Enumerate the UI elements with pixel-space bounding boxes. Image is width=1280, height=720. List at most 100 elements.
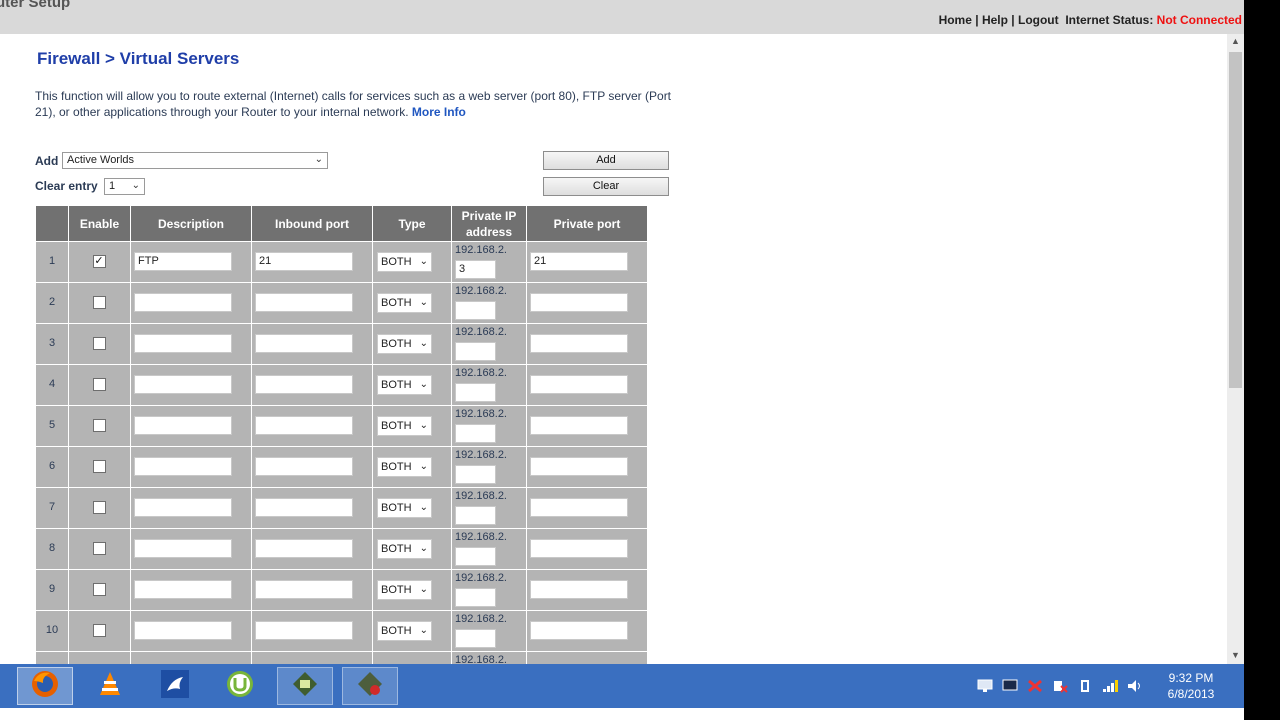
inbound-port-input[interactable]	[255, 375, 353, 394]
description-input[interactable]	[134, 457, 232, 476]
type-select[interactable]: BOTH ⌄	[377, 457, 432, 477]
description-cell	[131, 365, 251, 405]
more-info-link[interactable]: More Info	[412, 105, 466, 119]
clear-entry-select[interactable]: 1 ⌄	[104, 178, 145, 195]
help-link[interactable]: Help	[982, 13, 1008, 27]
clear-entry-value: 1	[109, 180, 116, 192]
type-select[interactable]: BOTH ⌄	[377, 375, 432, 395]
signal-icon[interactable]	[1102, 679, 1118, 693]
private-port-input[interactable]: 21	[530, 252, 628, 271]
enable-checkbox[interactable]	[92, 624, 106, 637]
tray-clock[interactable]: 9:32 PM 6/8/2013	[1162, 670, 1220, 702]
private-ip-input[interactable]	[455, 506, 496, 525]
description-input[interactable]	[134, 621, 232, 640]
private-port-input[interactable]	[530, 580, 628, 599]
home-link[interactable]: Home	[939, 13, 972, 27]
inbound-port-input[interactable]	[255, 621, 353, 640]
inbound-port-input[interactable]	[255, 293, 353, 312]
add-button[interactable]: Add	[543, 151, 669, 170]
scrollbar-thumb[interactable]	[1229, 52, 1242, 388]
enable-checkbox[interactable]	[92, 378, 106, 391]
description-input[interactable]	[134, 539, 232, 558]
enable-checkbox[interactable]	[92, 460, 106, 473]
description-input[interactable]	[134, 498, 232, 517]
ip-prefix: 192.168.2.	[455, 408, 507, 420]
network-x-icon[interactable]	[1052, 679, 1068, 693]
taskbar-app[interactable]	[342, 667, 398, 705]
taskbar-app[interactable]	[277, 667, 333, 705]
add-service-value: Active Worlds	[67, 154, 135, 166]
enable-checkbox[interactable]	[92, 296, 106, 309]
private-port-cell	[527, 406, 647, 446]
private-port-input[interactable]	[530, 498, 628, 517]
description-input[interactable]: FTP	[134, 252, 232, 271]
type-select[interactable]: BOTH ⌄	[377, 252, 432, 272]
private-ip-input[interactable]	[455, 588, 496, 607]
type-select[interactable]: BOTH ⌄	[377, 498, 432, 518]
private-port-cell	[527, 324, 647, 364]
enable-checkbox[interactable]: ✓	[92, 255, 106, 268]
private-port-input[interactable]	[530, 621, 628, 640]
monitor-icon[interactable]	[1002, 679, 1018, 693]
enable-checkbox[interactable]	[92, 583, 106, 596]
enable-checkbox[interactable]	[92, 501, 106, 514]
inbound-port-input[interactable]	[255, 580, 353, 599]
inbound-port-input[interactable]	[255, 457, 353, 476]
intro-text: This function will allow you to route ex…	[35, 88, 675, 120]
private-ip-input[interactable]	[455, 547, 496, 566]
taskbar-app[interactable]	[17, 667, 73, 705]
description-input[interactable]	[134, 580, 232, 599]
private-ip-input[interactable]	[455, 629, 496, 648]
logout-link[interactable]: Logout	[1018, 13, 1059, 27]
vertical-scrollbar[interactable]: ▲ ▼	[1227, 34, 1244, 664]
private-ip-input[interactable]	[455, 383, 496, 402]
taskbar-app[interactable]	[212, 667, 268, 705]
clear-button[interactable]: Clear	[543, 177, 669, 196]
private-ip-input[interactable]: 3	[455, 260, 496, 279]
ip-prefix: 192.168.2.	[455, 326, 507, 338]
type-select[interactable]: BOTH ⌄	[377, 416, 432, 436]
row-number-cell: 5	[36, 406, 68, 446]
inbound-port-input[interactable]: 21	[255, 252, 353, 271]
private-port-input[interactable]	[530, 375, 628, 394]
type-select[interactable]: BOTH ⌄	[377, 621, 432, 641]
description-input[interactable]	[134, 416, 232, 435]
inbound-port-input[interactable]	[255, 334, 353, 353]
add-service-select[interactable]: Active Worlds ⌄	[62, 152, 328, 169]
private-port-input[interactable]	[530, 457, 628, 476]
type-select[interactable]: BOTH ⌄	[377, 334, 432, 354]
type-select[interactable]: BOTH ⌄	[377, 293, 432, 313]
private-port-input[interactable]	[530, 539, 628, 558]
private-port-input[interactable]	[530, 334, 628, 353]
inbound-port-cell	[252, 406, 372, 446]
scroll-down-icon[interactable]: ▼	[1227, 650, 1244, 660]
private-port-input[interactable]	[530, 293, 628, 312]
inbound-port-input[interactable]	[255, 416, 353, 435]
taskbar-app[interactable]	[82, 667, 138, 705]
description-input[interactable]	[134, 293, 232, 312]
volume-icon[interactable]	[1127, 679, 1143, 693]
enable-checkbox[interactable]	[92, 337, 106, 350]
taskbar-app[interactable]	[147, 667, 203, 705]
enable-checkbox[interactable]	[92, 419, 106, 432]
type-select[interactable]: BOTH ⌄	[377, 580, 432, 600]
app-bird-icon	[160, 669, 190, 704]
type-select[interactable]: BOTH ⌄	[377, 539, 432, 559]
description-input[interactable]	[134, 334, 232, 353]
inbound-port-input[interactable]	[255, 498, 353, 517]
power-icon[interactable]	[1077, 679, 1093, 693]
scroll-up-icon[interactable]: ▲	[1227, 36, 1244, 46]
private-ip-input[interactable]	[455, 301, 496, 320]
inbound-port-cell	[252, 283, 372, 323]
action-center-icon[interactable]	[977, 679, 993, 693]
private-ip-input[interactable]	[455, 342, 496, 361]
description-input[interactable]	[134, 375, 232, 394]
private-ip-cell: 192.168.2.	[452, 488, 526, 528]
enable-checkbox[interactable]	[92, 542, 106, 555]
private-ip-input[interactable]	[455, 465, 496, 484]
inbound-port-input[interactable]	[255, 539, 353, 558]
private-port-input[interactable]	[530, 416, 628, 435]
chevron-down-icon: ⌄	[419, 461, 428, 472]
flag-icon[interactable]	[1027, 679, 1043, 693]
private-ip-input[interactable]	[455, 424, 496, 443]
